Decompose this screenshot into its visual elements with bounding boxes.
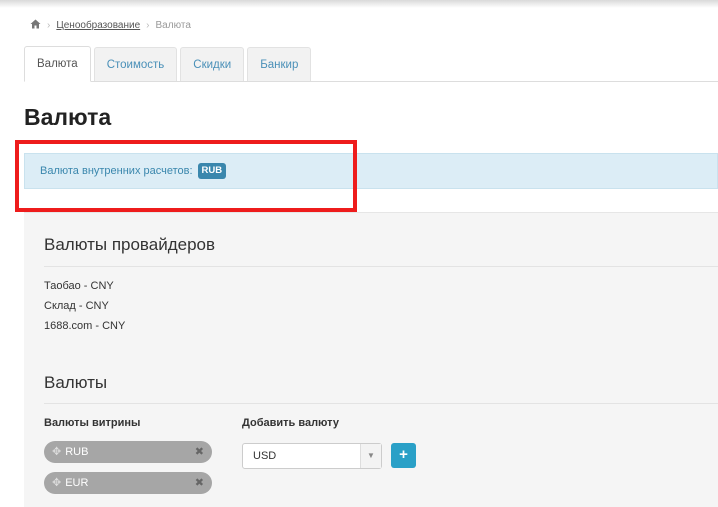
- add-currency-button[interactable]: +: [391, 443, 416, 468]
- chevron-down-icon[interactable]: ▼: [360, 444, 381, 468]
- move-icon[interactable]: ✥: [52, 446, 61, 458]
- tab-banker[interactable]: Банкир: [247, 47, 312, 81]
- storefront-currency-item[interactable]: ✥ EUR ✖: [44, 472, 212, 494]
- tab-currency[interactable]: Валюта: [24, 46, 91, 82]
- add-currency-label: Добавить валюту: [242, 417, 339, 429]
- remove-icon[interactable]: ✖: [195, 441, 204, 463]
- tab-bar: Валюта Стоимость Скидки Банкир: [24, 45, 718, 82]
- currency-code: EUR: [65, 477, 89, 489]
- providers-section-title: Валюты провайдеров: [44, 235, 216, 254]
- breadcrumb-separator: ›: [146, 20, 150, 31]
- currency-panel: Валюты провайдеров Таобао - CNY Склад - …: [24, 212, 718, 507]
- top-shadow: [0, 0, 718, 8]
- tab-cost[interactable]: Стоимость: [93, 47, 178, 81]
- section-divider: [44, 266, 718, 267]
- remove-icon[interactable]: ✖: [195, 472, 204, 494]
- breadcrumb: › Ценообразование › Валюта: [30, 19, 191, 32]
- move-icon[interactable]: ✥: [52, 477, 61, 489]
- storefront-currency-item[interactable]: ✥ RUB ✖: [44, 441, 212, 463]
- highlight-box: [15, 140, 357, 212]
- currency-select-value: USD: [253, 450, 277, 462]
- provider-item: 1688.com - CNY: [44, 320, 126, 332]
- currency-code: RUB: [65, 446, 89, 458]
- section-divider: [44, 403, 718, 404]
- storefront-currencies-label: Валюты витрины: [44, 417, 141, 429]
- page-title: Валюта: [24, 104, 112, 130]
- home-icon[interactable]: [30, 19, 41, 32]
- tab-discounts[interactable]: Скидки: [180, 47, 245, 81]
- breadcrumb-separator: ›: [47, 20, 51, 31]
- provider-item: Склад - CNY: [44, 300, 109, 312]
- currencies-section-title: Валюты: [44, 373, 108, 392]
- provider-item: Таобао - CNY: [44, 280, 114, 292]
- currency-select[interactable]: USD ▼: [242, 443, 382, 469]
- breadcrumb-current: Валюта: [155, 20, 191, 31]
- breadcrumb-link-pricing[interactable]: Ценообразование: [56, 20, 140, 31]
